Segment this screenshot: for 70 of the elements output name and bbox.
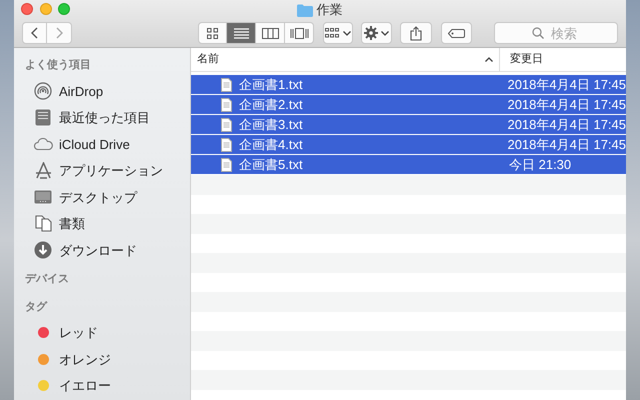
sidebar-heading: タグ (24, 300, 48, 314)
column-header[interactable]: 変更日 (510, 53, 543, 66)
gear-icon (364, 26, 378, 40)
caret-icon (381, 30, 390, 36)
window-title: 作業 (316, 1, 343, 20)
column-header[interactable]: 名前 (197, 51, 219, 68)
documents-icon (34, 215, 52, 232)
tag-button[interactable] (440, 22, 472, 44)
action-button[interactable] (360, 22, 392, 44)
search-icon (532, 27, 544, 39)
modified-date: 2018年4月4日 17:45 (507, 136, 626, 152)
back-button[interactable] (22, 22, 47, 44)
file-row[interactable]: 企画書4.txt 2018年4月4日 17:45 (191, 135, 626, 155)
text-file-icon (221, 138, 232, 152)
download-icon (34, 241, 52, 260)
folder-icon (297, 4, 314, 16)
sidebar-heading: デバイス (24, 272, 70, 286)
columns-icon (262, 28, 278, 38)
airdrop-icon (34, 82, 52, 100)
text-file-icon (221, 158, 232, 172)
close-button[interactable] (21, 3, 33, 15)
search-field[interactable]: 検索 (494, 22, 618, 44)
text-file-icon (221, 118, 232, 132)
modified-date: 2018年4月4日 17:45 (507, 76, 626, 92)
sidebar-item[interactable]: デスクトップ (59, 188, 137, 207)
sidebar-item[interactable]: オレンジ (59, 350, 111, 369)
view-mode-button[interactable] (285, 22, 314, 44)
sidebar-heading: よく使う項目 (24, 58, 92, 73)
view-mode-button[interactable] (198, 22, 227, 44)
file-name: 企画書5.txt (239, 156, 303, 174)
view-mode-button[interactable] (256, 22, 285, 44)
arrange-icon (325, 28, 340, 38)
file-row[interactable]: 企画書5.txt 今日 21:30 (191, 155, 626, 175)
modified-date: 今日 21:30 (509, 156, 572, 172)
sidebar-item[interactable]: アプリケーション (59, 161, 163, 180)
sidebar-item[interactable]: ダウンロード (59, 240, 137, 260)
modified-date: 2018年4月4日 17:45 (507, 96, 626, 112)
sidebar-item[interactable]: レッド (59, 323, 98, 342)
arrange-button[interactable] (323, 22, 353, 44)
compass-icon (34, 162, 52, 180)
tag-icon (448, 28, 465, 38)
desktop-icon (34, 190, 52, 204)
tray-icon (35, 109, 51, 126)
text-file-icon (221, 78, 232, 92)
file-name: 企画書2.txt (239, 96, 303, 114)
sidebar-item[interactable]: イエロー (59, 376, 111, 396)
sort-chevron-icon (485, 57, 493, 62)
text-file-icon (221, 98, 232, 112)
file-name: 企画書4.txt (239, 136, 303, 154)
caret-icon (342, 30, 351, 36)
modified-date: 2018年4月4日 17:45 (507, 116, 626, 132)
list-icon (234, 28, 248, 38)
sidebar-item[interactable]: 最近使った項目 (59, 108, 150, 128)
zoom-button[interactable] (58, 3, 70, 15)
chevron-right-icon (56, 27, 62, 39)
file-row[interactable]: 企画書3.txt 2018年4月4日 17:45 (191, 115, 626, 135)
gallery-icon (290, 28, 308, 38)
sidebar-item[interactable]: AirDrop (59, 82, 104, 101)
share-button[interactable] (400, 22, 432, 44)
file-name: 企画書3.txt (239, 116, 303, 134)
cloud-icon (34, 138, 52, 150)
file-name: 企画書1.txt (239, 76, 303, 94)
file-row[interactable]: 企画書2.txt 2018年4月4日 17:45 (191, 95, 626, 115)
view-mode-button[interactable] (227, 22, 256, 44)
sidebar-item[interactable]: 書類 (59, 214, 85, 234)
chevron-left-icon (31, 27, 38, 39)
grid-icon (207, 28, 218, 38)
sidebar-item[interactable]: iCloud Drive (59, 134, 130, 154)
share-icon (410, 26, 422, 40)
file-row[interactable]: 企画書1.txt 2018年4月4日 17:45 (191, 75, 626, 95)
